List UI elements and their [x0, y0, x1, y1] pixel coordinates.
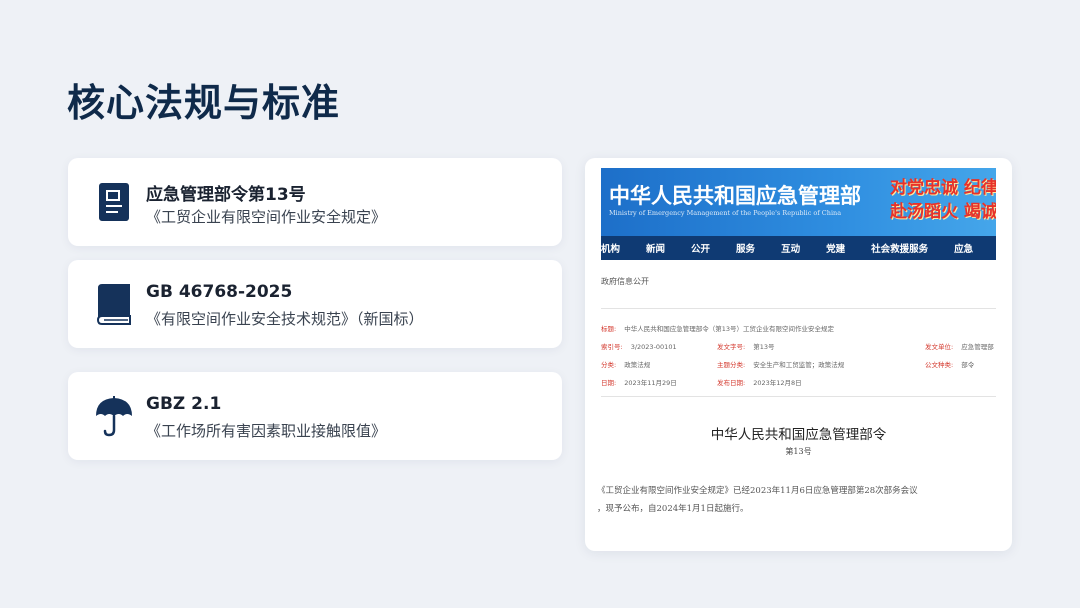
document-icon	[94, 180, 134, 224]
meta-value: 2023年11月29日	[624, 379, 677, 387]
document-body-line: 《工贸企业有限空间作业安全规定》已经2023年11月6日应急管理部第28次部务会…	[597, 486, 918, 496]
meta-value: 部令	[961, 361, 975, 369]
meta-value: 中华人民共和国应急管理部令（第13号）工贸企业有限空间作业安全规定	[624, 325, 834, 333]
nav-item[interactable]: 服务	[736, 241, 755, 255]
slide-title: 核心法规与标准	[67, 81, 341, 125]
meta-label: 公文种类:	[925, 361, 954, 369]
meta-field: 主题分类: 安全生产和工贸监管；政策法规	[717, 359, 844, 369]
meta-value: 第13号	[753, 343, 775, 351]
site-nav: 机构 新闻 公开 服务 互动 党建 社会救援服务 应急	[601, 236, 996, 260]
nav-item[interactable]: 机构	[601, 241, 620, 255]
meta-label: 发文字号:	[717, 343, 746, 351]
nav-item[interactable]: 党建	[826, 241, 845, 255]
meta-label: 发文单位:	[925, 343, 954, 351]
meta-label: 标题:	[601, 325, 617, 333]
regulation-card-gb-46768: GB 46768-2025 《有限空间作业安全技术规范》（新国标）	[68, 260, 562, 348]
site-org-name-en: Ministry of Emergency Management of the …	[609, 209, 842, 217]
nav-item[interactable]: 应急	[954, 241, 973, 255]
nav-item[interactable]: 新闻	[646, 241, 665, 255]
meta-label: 主题分类:	[717, 361, 746, 369]
site-slogan: 对党忠诚 纪律 赴汤蹈火 竭诚	[890, 176, 996, 224]
document-body-line: ，现予公布，自2024年1月1日起施行。	[597, 504, 749, 514]
meta-field: 索引号: 3/2023-00101	[601, 341, 677, 351]
meta-value: 应急管理部	[961, 343, 994, 351]
document-title: 中华人民共和国应急管理部令	[710, 427, 887, 443]
meta-field: 分类: 政策法规	[601, 359, 650, 369]
meta-value: 2023年12月8日	[753, 379, 802, 387]
breadcrumb[interactable]: 政府信息公开	[601, 276, 649, 287]
meta-field: 公文种类: 部令	[925, 359, 974, 369]
nav-item[interactable]: 互动	[781, 241, 800, 255]
meta-value: 3/2023-00101	[630, 343, 677, 351]
card-title: 应急管理部令第13号	[146, 185, 306, 205]
document-number: 第13号	[785, 447, 812, 456]
umbrella-icon	[94, 394, 134, 438]
card-subtitle: 《有限空间作业安全技术规范》（新国标）	[146, 310, 424, 328]
meta-field: 发文单位: 应急管理部	[925, 341, 994, 351]
divider	[601, 308, 996, 309]
slogan-line: 赴汤蹈火 竭诚	[890, 202, 996, 222]
nav-item[interactable]: 公开	[691, 241, 710, 255]
nav-item[interactable]: 社会救援服务	[871, 241, 928, 255]
site-banner: 中华人民共和国应急管理部 Ministry of Emergency Manag…	[601, 168, 996, 236]
meta-label: 分类:	[601, 361, 617, 369]
meta-field: 日期: 2023年11月29日	[601, 377, 677, 387]
book-icon	[94, 282, 134, 326]
site-org-name: 中华人民共和国应急管理部	[609, 183, 861, 208]
meta-title-row: 标题: 中华人民共和国应急管理部令（第13号）工贸企业有限空间作业安全规定	[601, 323, 834, 333]
meta-label: 索引号:	[601, 343, 623, 351]
regulation-card-gbz-2-1: GBZ 2.1 《工作场所有害因素职业接触限值》	[68, 372, 562, 460]
regulation-card-order-13: 应急管理部令第13号 《工贸企业有限空间作业安全规定》	[68, 158, 562, 246]
website-screenshot-preview: 中华人民共和国应急管理部 Ministry of Emergency Manag…	[585, 158, 1012, 551]
meta-label: 发布日期:	[717, 379, 746, 387]
card-title: GB 46768-2025	[146, 282, 293, 302]
divider	[601, 396, 996, 397]
card-subtitle: 《工作场所有害因素职业接触限值》	[146, 422, 387, 440]
card-subtitle: 《工贸企业有限空间作业安全规定》	[146, 208, 387, 226]
meta-field: 发文字号: 第13号	[717, 341, 774, 351]
meta-value: 安全生产和工贸监管；政策法规	[753, 361, 845, 369]
slogan-line: 对党忠诚 纪律	[890, 178, 996, 198]
meta-label: 日期:	[601, 379, 617, 387]
meta-value: 政策法规	[624, 361, 651, 369]
card-title: GBZ 2.1	[146, 394, 222, 414]
meta-field: 发布日期: 2023年12月8日	[717, 377, 802, 387]
